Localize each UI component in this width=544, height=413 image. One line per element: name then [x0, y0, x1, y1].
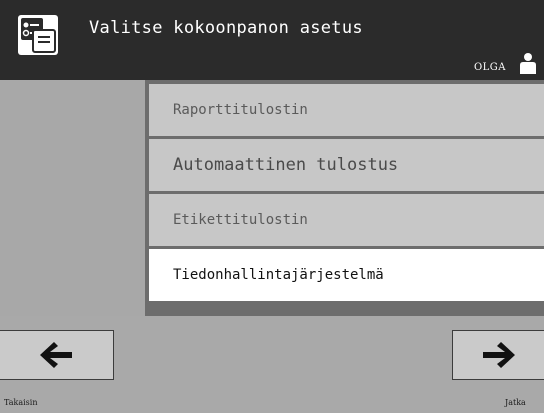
page-title: Valitse kokoonpanon asetus [89, 18, 363, 38]
option-label: Etikettitulostin [173, 212, 308, 228]
option-label: Tiedonhallintajärjestelmä [173, 267, 384, 283]
option-label: Automaattinen tulostus [173, 155, 399, 175]
option-etikettitulostin[interactable]: Etikettitulostin [149, 194, 544, 246]
user-name: OLGA [473, 62, 506, 73]
settings-printer-icon [18, 15, 58, 55]
back-label: Takaisin [4, 398, 38, 407]
next-button[interactable] [452, 330, 544, 380]
header-bar: Valitse kokoonpanon asetus OLGA [0, 0, 544, 80]
option-raporttitulostin[interactable]: Raporttitulostin [149, 84, 544, 136]
left-panel [0, 80, 145, 316]
arrow-right-icon [483, 342, 515, 368]
option-label: Raporttitulostin [173, 102, 308, 118]
back-button[interactable] [0, 330, 114, 380]
user-icon [520, 53, 536, 74]
next-label: Jatka [505, 398, 526, 407]
option-tiedonhallintajarjestelma[interactable]: Tiedonhallintajärjestelmä [149, 249, 544, 301]
option-automaattinen-tulostus[interactable]: Automaattinen tulostus [149, 139, 544, 191]
option-list: Raporttitulostin Automaattinen tulostus … [145, 80, 544, 316]
arrow-left-icon [40, 342, 72, 368]
